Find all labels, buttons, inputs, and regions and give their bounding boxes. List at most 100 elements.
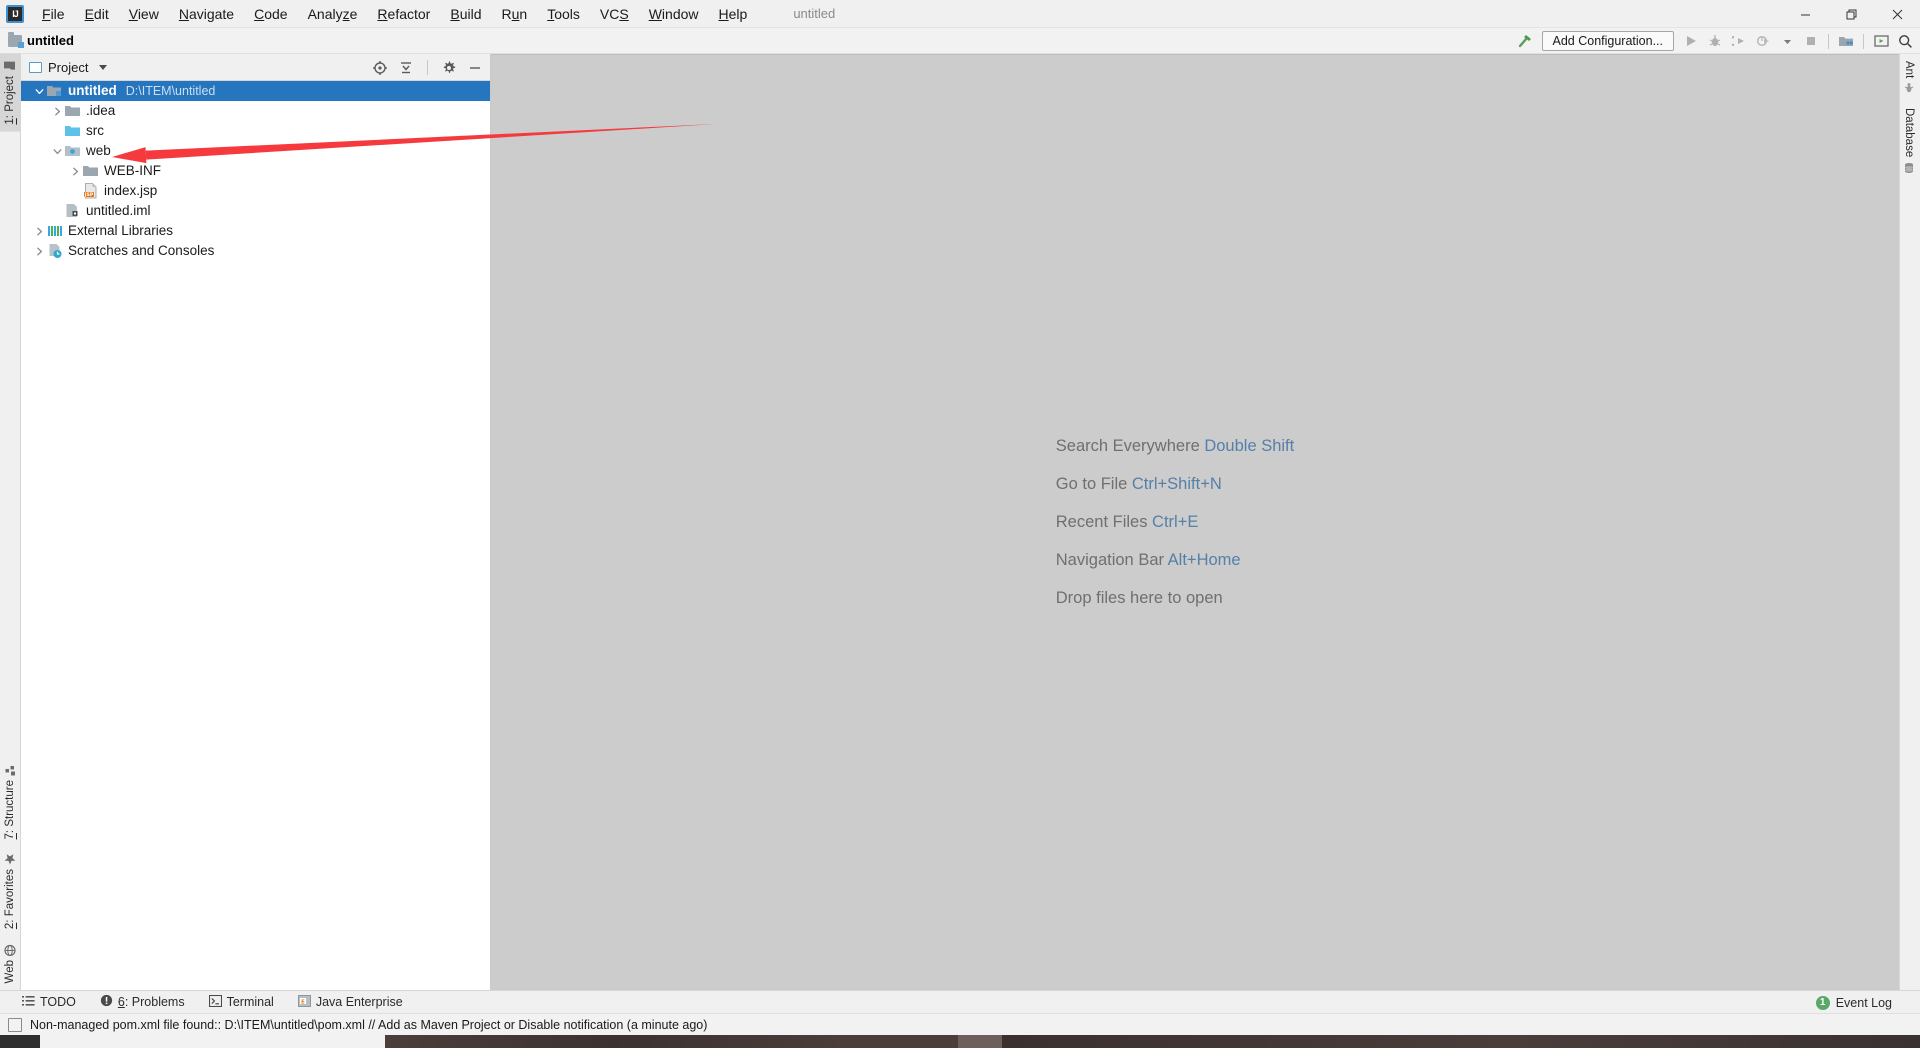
- tool-window-tab-structure[interactable]: 7: Structure: [0, 758, 20, 846]
- tree-node-untitled[interactable]: untitled D:\ITEM\untitled: [21, 81, 490, 101]
- intellij-logo-icon: IJ: [6, 4, 24, 23]
- locate-target-icon[interactable]: [371, 59, 389, 77]
- window-controls: [1782, 0, 1920, 28]
- panel-tool-separator: [427, 60, 428, 75]
- tree-node-src[interactable]: src: [21, 121, 490, 141]
- chevron-down-icon[interactable]: [1776, 30, 1798, 52]
- terminal-icon: [208, 994, 222, 1010]
- breadcrumb[interactable]: untitled: [8, 31, 74, 48]
- minimize-button[interactable]: [1782, 0, 1828, 28]
- chevron-right-icon[interactable]: [31, 221, 47, 241]
- menu-vcs[interactable]: VCS: [590, 1, 639, 27]
- tree-node-untitled-iml[interactable]: untitled.iml: [21, 201, 490, 221]
- editor-hint-5: Drop files here to open: [1056, 589, 1294, 608]
- chevron-down-icon[interactable]: [99, 64, 108, 70]
- menu-window[interactable]: Window: [639, 1, 709, 27]
- notification-icon[interactable]: [8, 1017, 22, 1032]
- menu-build[interactable]: Build: [440, 1, 491, 27]
- search-icon[interactable]: [1894, 30, 1916, 52]
- taskbar-start: [0, 1035, 40, 1048]
- toolbar-separator: [1828, 33, 1829, 49]
- stop-icon[interactable]: [1800, 30, 1822, 52]
- tree-node-web[interactable]: web: [21, 141, 490, 161]
- profiler-icon[interactable]: [1752, 30, 1774, 52]
- menu-navigate[interactable]: Navigate: [169, 1, 244, 27]
- chevron-right-icon[interactable]: [49, 101, 65, 121]
- tree-node-label: Scratches and Consoles: [68, 243, 215, 258]
- tree-node-label: index.jsp: [104, 183, 158, 198]
- tool-window-tab-label: 1: Project: [4, 76, 16, 125]
- bottom-tab-problems[interactable]: 6: Problems: [100, 994, 197, 1010]
- svg-text:JSP: JSP: [84, 192, 94, 198]
- chevron-right-icon[interactable]: [31, 241, 47, 261]
- run-icon[interactable]: [1680, 30, 1702, 52]
- tree-node-external-libraries[interactable]: External Libraries: [21, 221, 490, 241]
- chevron-down-icon[interactable]: [31, 81, 47, 101]
- tree-node-scratches-and-consoles[interactable]: Scratches and Consoles: [21, 241, 490, 261]
- event-log-button[interactable]: 1 Event Log: [1815, 991, 1892, 1014]
- hammer-build-icon[interactable]: [1514, 30, 1536, 52]
- settings-gear-icon[interactable]: [440, 59, 458, 77]
- editor-hint-3: Recent Files Ctrl+E: [1056, 513, 1294, 532]
- menu-help[interactable]: Help: [709, 1, 758, 27]
- project-panel-title-group[interactable]: Project: [29, 60, 108, 75]
- editor-hint-text: Recent Files: [1055, 513, 1148, 531]
- menu-tools[interactable]: Tools: [537, 1, 590, 27]
- add-configuration-button[interactable]: Add Configuration...: [1541, 31, 1674, 51]
- menu-run[interactable]: Run: [492, 1, 538, 27]
- menu-analyze[interactable]: Analyze: [298, 1, 368, 27]
- menu-view[interactable]: View: [119, 1, 169, 27]
- tool-window-tab-web[interactable]: Web: [0, 937, 20, 990]
- add-configuration-label: Add Configuration...: [1552, 34, 1664, 48]
- bottom-tab-todo[interactable]: TODO: [22, 995, 88, 1010]
- module-folder-icon: [8, 31, 24, 48]
- structure-icon: [4, 765, 16, 776]
- hide-minimize-icon[interactable]: [466, 59, 484, 77]
- select-in-icon[interactable]: [1870, 30, 1892, 52]
- right-strip-group: Ant Database: [1900, 54, 1920, 181]
- tree-node-label: src: [86, 123, 104, 138]
- problems-warning-icon: [100, 994, 113, 1010]
- tree-node--idea[interactable]: .idea: [21, 101, 490, 121]
- project-tree[interactable]: untitled D:\ITEM\untitled .idea src web WEB-I…: [21, 81, 490, 990]
- main-toolbar: Add Configuration...: [1514, 28, 1917, 54]
- menu-code[interactable]: Code: [244, 1, 297, 27]
- chevron-right-icon[interactable]: [67, 161, 83, 181]
- java-enterprise-icon: E: [297, 994, 311, 1010]
- tree-node-web-inf[interactable]: WEB-INF: [21, 161, 490, 181]
- close-button[interactable]: [1874, 0, 1920, 28]
- editor-hint-shortcut: Ctrl+Shift+N: [1127, 475, 1222, 493]
- tree-node-path: D:\ITEM\untitled: [125, 84, 216, 98]
- folder-icon: [83, 163, 101, 179]
- main-body: 1: Project 7: Structure 2: Favorites Web P…: [0, 54, 1920, 990]
- menu-refactor[interactable]: Refactor: [367, 1, 440, 27]
- debug-icon[interactable]: [1704, 30, 1726, 52]
- tree-node-index-jsp[interactable]: JSP index.jsp: [21, 181, 490, 201]
- web-folder-icon: [65, 143, 83, 159]
- folder-icon: [65, 103, 83, 119]
- menu-bar[interactable]: File Edit View Navigate Code Analyze Refactor B…: [32, 0, 757, 27]
- editor-empty-area: Search Everywhere Double Shift Go to File…: [491, 54, 1899, 990]
- tool-window-tab-label: Ant: [1903, 61, 1915, 79]
- tree-node-label: External Libraries: [68, 223, 174, 238]
- project-structure-icon[interactable]: [1835, 30, 1857, 52]
- menu-file[interactable]: File: [32, 1, 75, 27]
- editor-scrollbar[interactable]: [1887, 55, 1899, 990]
- tool-window-tab-project[interactable]: 1: Project: [0, 54, 20, 132]
- tool-window-tab-favorites[interactable]: 2: Favorites: [0, 846, 20, 936]
- bottom-tab-terminal[interactable]: Terminal: [208, 994, 286, 1010]
- project-folder-icon: [4, 61, 16, 72]
- chevron-down-icon[interactable]: [49, 141, 65, 161]
- run-with-coverage-icon[interactable]: [1728, 30, 1750, 52]
- bottom-tab-label: Java Enterprise: [315, 995, 403, 1009]
- bottom-tab-javaenterprise[interactable]: E Java Enterprise: [297, 994, 415, 1010]
- menu-edit[interactable]: Edit: [75, 1, 119, 27]
- window-title: untitled: [793, 6, 836, 21]
- tool-window-tab-ant[interactable]: Ant: [1900, 54, 1918, 101]
- bottom-tab-label: TODO: [40, 995, 76, 1009]
- collapse-all-icon[interactable]: [397, 59, 415, 77]
- maximize-button[interactable]: [1828, 0, 1874, 28]
- editor-hint-shortcut: Alt+Home: [1164, 551, 1241, 569]
- project-panel-tools: [371, 54, 484, 81]
- tool-window-tab-database[interactable]: Database: [1900, 101, 1918, 180]
